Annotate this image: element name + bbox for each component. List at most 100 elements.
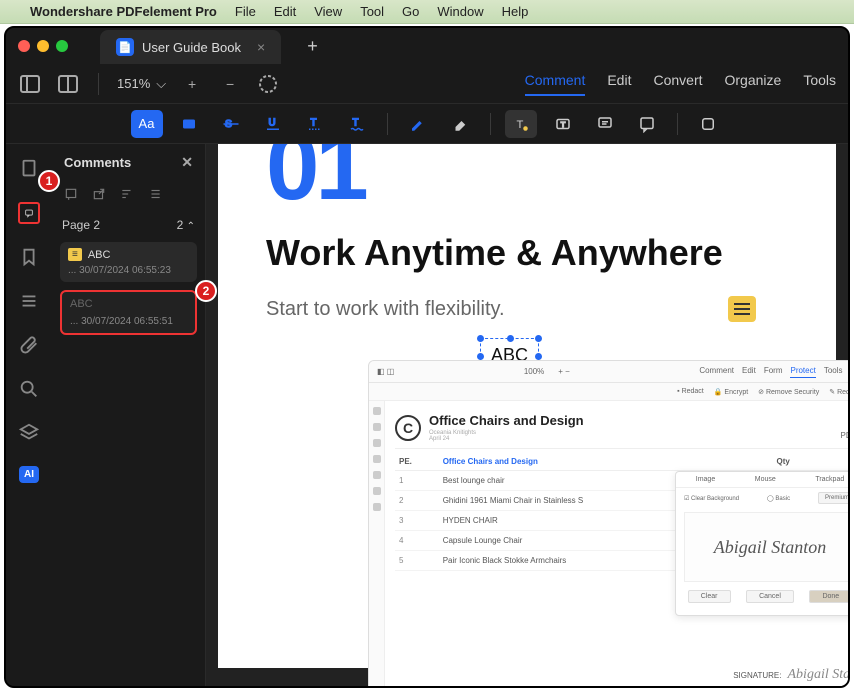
outline-icon[interactable] [18, 290, 40, 312]
filter-icon[interactable] [64, 187, 78, 204]
signature-canvas: Abigail Stanton [684, 512, 848, 582]
layers-icon[interactable] [18, 422, 40, 444]
comment-label: ABC [88, 249, 111, 261]
sticky-note-icon[interactable] [728, 296, 756, 322]
close-panel-icon[interactable]: ✕ [181, 154, 193, 171]
note-tool[interactable] [631, 110, 663, 138]
collapse-icon[interactable] [148, 187, 162, 204]
panel-split-icon[interactable] [56, 72, 80, 96]
comments-sidebar-icon[interactable] [18, 202, 40, 224]
page-heading: Work Anytime & Anywhere [266, 232, 788, 274]
resize-handle[interactable] [535, 353, 542, 360]
textbox-tool[interactable]: T [547, 110, 579, 138]
caret-tool[interactable]: T [299, 110, 331, 138]
bookmarks-icon[interactable] [18, 246, 40, 268]
page-number-large: 01 [266, 144, 788, 196]
page-section-header[interactable]: Page 2 2 ⌃ [52, 210, 205, 240]
embedded-screenshot: ◧ ◫ 100% + − Comment Edit Form Protect T… [368, 360, 848, 686]
resize-handle[interactable] [477, 335, 484, 342]
squiggly-tool[interactable]: T [341, 110, 373, 138]
menu-window[interactable]: Window [437, 4, 483, 19]
search-icon[interactable] [18, 378, 40, 400]
area-highlight-tool[interactable] [173, 110, 205, 138]
callout-2: 2 [195, 280, 217, 302]
pdf-icon: 📄 [116, 38, 134, 56]
zoom-in-icon[interactable]: + [180, 72, 204, 96]
resize-handle[interactable] [535, 335, 542, 342]
fit-icon[interactable] [256, 72, 280, 96]
thumbnails-icon[interactable] [18, 158, 40, 180]
sig-tab: Mouse [755, 476, 776, 483]
shape-tool[interactable] [692, 110, 724, 138]
svg-text:T: T [516, 118, 523, 130]
mini-toolbar: ◧ ◫ 100% + − Comment Edit Form Protect T… [369, 361, 848, 383]
new-tab-button[interactable]: + [307, 36, 318, 57]
tab-tools[interactable]: Tools [803, 72, 836, 96]
ai-button[interactable]: AI [19, 466, 39, 483]
tab-organize[interactable]: Organize [725, 72, 782, 96]
mini-tab: Form [764, 366, 783, 378]
comment-item[interactable]: ≡ABC ... 30/07/2024 06:55:23 [60, 242, 197, 282]
menu-go[interactable]: Go [402, 4, 419, 19]
close-window[interactable] [18, 40, 30, 52]
main-toolbar: 151% ⌵ + − Comment Edit Convert Organize… [6, 64, 848, 104]
mini-content: C Office Chairs and Design Oceania Kniti… [385, 401, 848, 686]
menu-help[interactable]: Help [502, 4, 529, 19]
strikethrough-tool[interactable]: S [215, 110, 247, 138]
signature-line: SIGNATURE: Abigail Stanton [733, 667, 848, 683]
app-window: 📄 User Guide Book × + 151% ⌵ + − Comment… [4, 26, 850, 688]
panel-left-icon[interactable] [18, 72, 42, 96]
tab-edit[interactable]: Edit [607, 72, 631, 96]
menu-tool[interactable]: Tool [360, 4, 384, 19]
comment-timestamp: 30/07/2024 06:55:51 [81, 316, 173, 327]
macos-menubar: Wondershare PDFelement Pro File Edit Vie… [0, 0, 854, 24]
document-tab[interactable]: 📄 User Guide Book × [100, 30, 281, 64]
maximize-window[interactable] [56, 40, 68, 52]
close-tab-icon[interactable]: × [257, 39, 265, 55]
mini-security-bar: ▪ Redact 🔒 Encrypt ⊘ Remove Security ✎ R… [369, 383, 848, 401]
mini-tab: Edit [742, 366, 756, 378]
page-count: 2 [177, 218, 184, 232]
mini-tab: Comment [699, 366, 734, 378]
mode-tabs: Comment Edit Convert Organize Tools [525, 72, 836, 96]
sig-cancel: Cancel [746, 590, 794, 603]
comments-header: Comments ✕ [52, 144, 205, 180]
document-canvas[interactable]: 01 Work Anytime & Anywhere Start to work… [206, 144, 848, 686]
mini-tab: Tools [824, 366, 843, 378]
page-label: Page 2 [62, 218, 100, 232]
minimize-window[interactable] [37, 40, 49, 52]
comments-panel: Comments ✕ Page 2 2 ⌃ ≡ABC ... 30/07/202… [52, 144, 206, 686]
tab-convert[interactable]: Convert [653, 72, 702, 96]
zoom-level[interactable]: 151% ⌵ [117, 76, 166, 92]
svg-text:T: T [310, 117, 316, 128]
underline-tool[interactable]: U [257, 110, 289, 138]
sig-clear: Clear [688, 590, 731, 603]
menu-edit[interactable]: Edit [274, 4, 296, 19]
svg-text:T: T [560, 120, 565, 129]
mini-tab: Protect [790, 366, 815, 378]
comment-item-selected[interactable]: ABC ... 30/07/2024 06:55:51 [60, 290, 197, 335]
menu-view[interactable]: View [314, 4, 342, 19]
svg-text:U: U [268, 117, 275, 128]
sort-icon[interactable] [120, 187, 134, 204]
annotation-toolbar: Aa S U T T T T [6, 104, 848, 144]
zoom-out-icon[interactable]: − [218, 72, 242, 96]
export-icon[interactable] [92, 187, 106, 204]
svg-text:T: T [352, 117, 358, 128]
comment-label: ABC [70, 298, 187, 310]
text-tool[interactable]: T [505, 110, 537, 138]
eraser-tool[interactable] [444, 110, 476, 138]
divider [98, 73, 99, 95]
resize-handle[interactable] [477, 353, 484, 360]
mini-logo: C [395, 415, 421, 441]
highlight-tool[interactable]: Aa [131, 110, 163, 138]
menu-file[interactable]: File [235, 4, 256, 19]
left-sidebar: AI 1 [6, 144, 52, 686]
tab-title: User Guide Book [142, 40, 241, 55]
attachments-icon[interactable] [18, 334, 40, 356]
app-name[interactable]: Wondershare PDFelement Pro [30, 4, 217, 19]
tab-comment[interactable]: Comment [525, 72, 586, 96]
callout-tool[interactable] [589, 110, 621, 138]
marker-tool[interactable] [402, 110, 434, 138]
resize-handle[interactable] [507, 335, 514, 342]
